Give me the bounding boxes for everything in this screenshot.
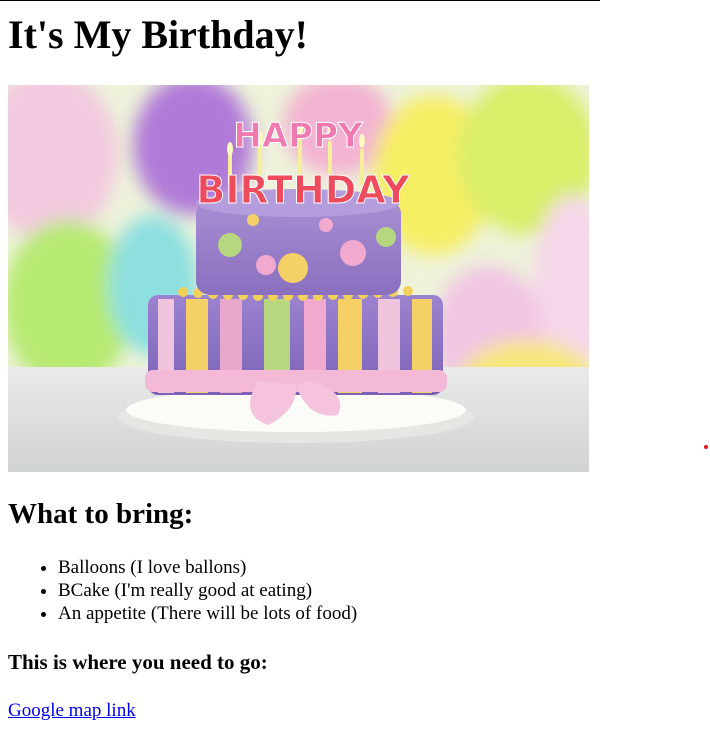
list-item: BCake (I'm really good at eating): [58, 579, 357, 602]
bring-heading: What to bring:: [8, 498, 194, 530]
google-map-link[interactable]: Google map link: [8, 699, 136, 722]
topper-birthday: BIRTHDAY: [196, 168, 410, 212]
cursor-dot: [704, 445, 708, 449]
directions-heading: This is where you need to go:: [8, 650, 268, 674]
list-item: Balloons (I love ballons): [58, 556, 357, 579]
list-item: An appetite (There will be lots of food): [58, 602, 357, 625]
topper-happy: HAPPY: [233, 116, 363, 156]
page-title: It's My Birthday!: [8, 12, 308, 57]
birthday-cake-image: HAPPY BIRTHDAY: [8, 85, 589, 472]
top-divider: [0, 0, 600, 1]
bring-list: Balloons (I love ballons) BCake (I'm rea…: [8, 556, 357, 625]
cake-illustration: HAPPY BIRTHDAY: [8, 85, 589, 472]
